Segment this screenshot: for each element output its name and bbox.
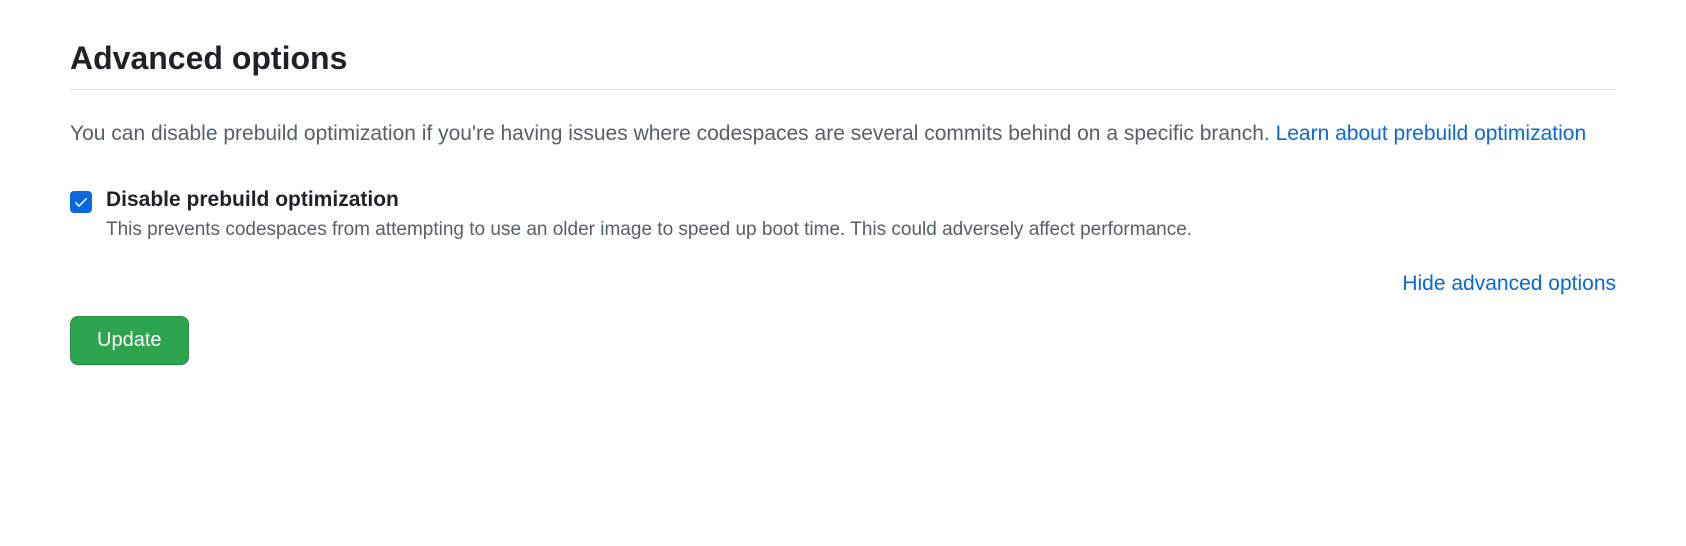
- disable-prebuild-help: This prevents codespaces from attempting…: [106, 216, 1616, 245]
- update-button[interactable]: Update: [70, 316, 189, 365]
- learn-prebuild-link[interactable]: Learn about prebuild optimization: [1276, 122, 1587, 145]
- disable-prebuild-label: Disable prebuild optimization: [106, 188, 1616, 212]
- hide-advanced-options-link[interactable]: Hide advanced options: [1402, 272, 1616, 296]
- disable-prebuild-checkbox[interactable]: [70, 191, 92, 213]
- disable-prebuild-row: Disable prebuild optimization This preve…: [70, 188, 1616, 245]
- checkmark-icon: [73, 194, 89, 210]
- toggle-row: Hide advanced options: [70, 272, 1616, 296]
- section-heading: Advanced options: [70, 40, 1616, 90]
- section-description: You can disable prebuild optimization if…: [70, 118, 1616, 150]
- description-text: You can disable prebuild optimization if…: [70, 122, 1276, 145]
- checkbox-content: Disable prebuild optimization This preve…: [106, 188, 1616, 245]
